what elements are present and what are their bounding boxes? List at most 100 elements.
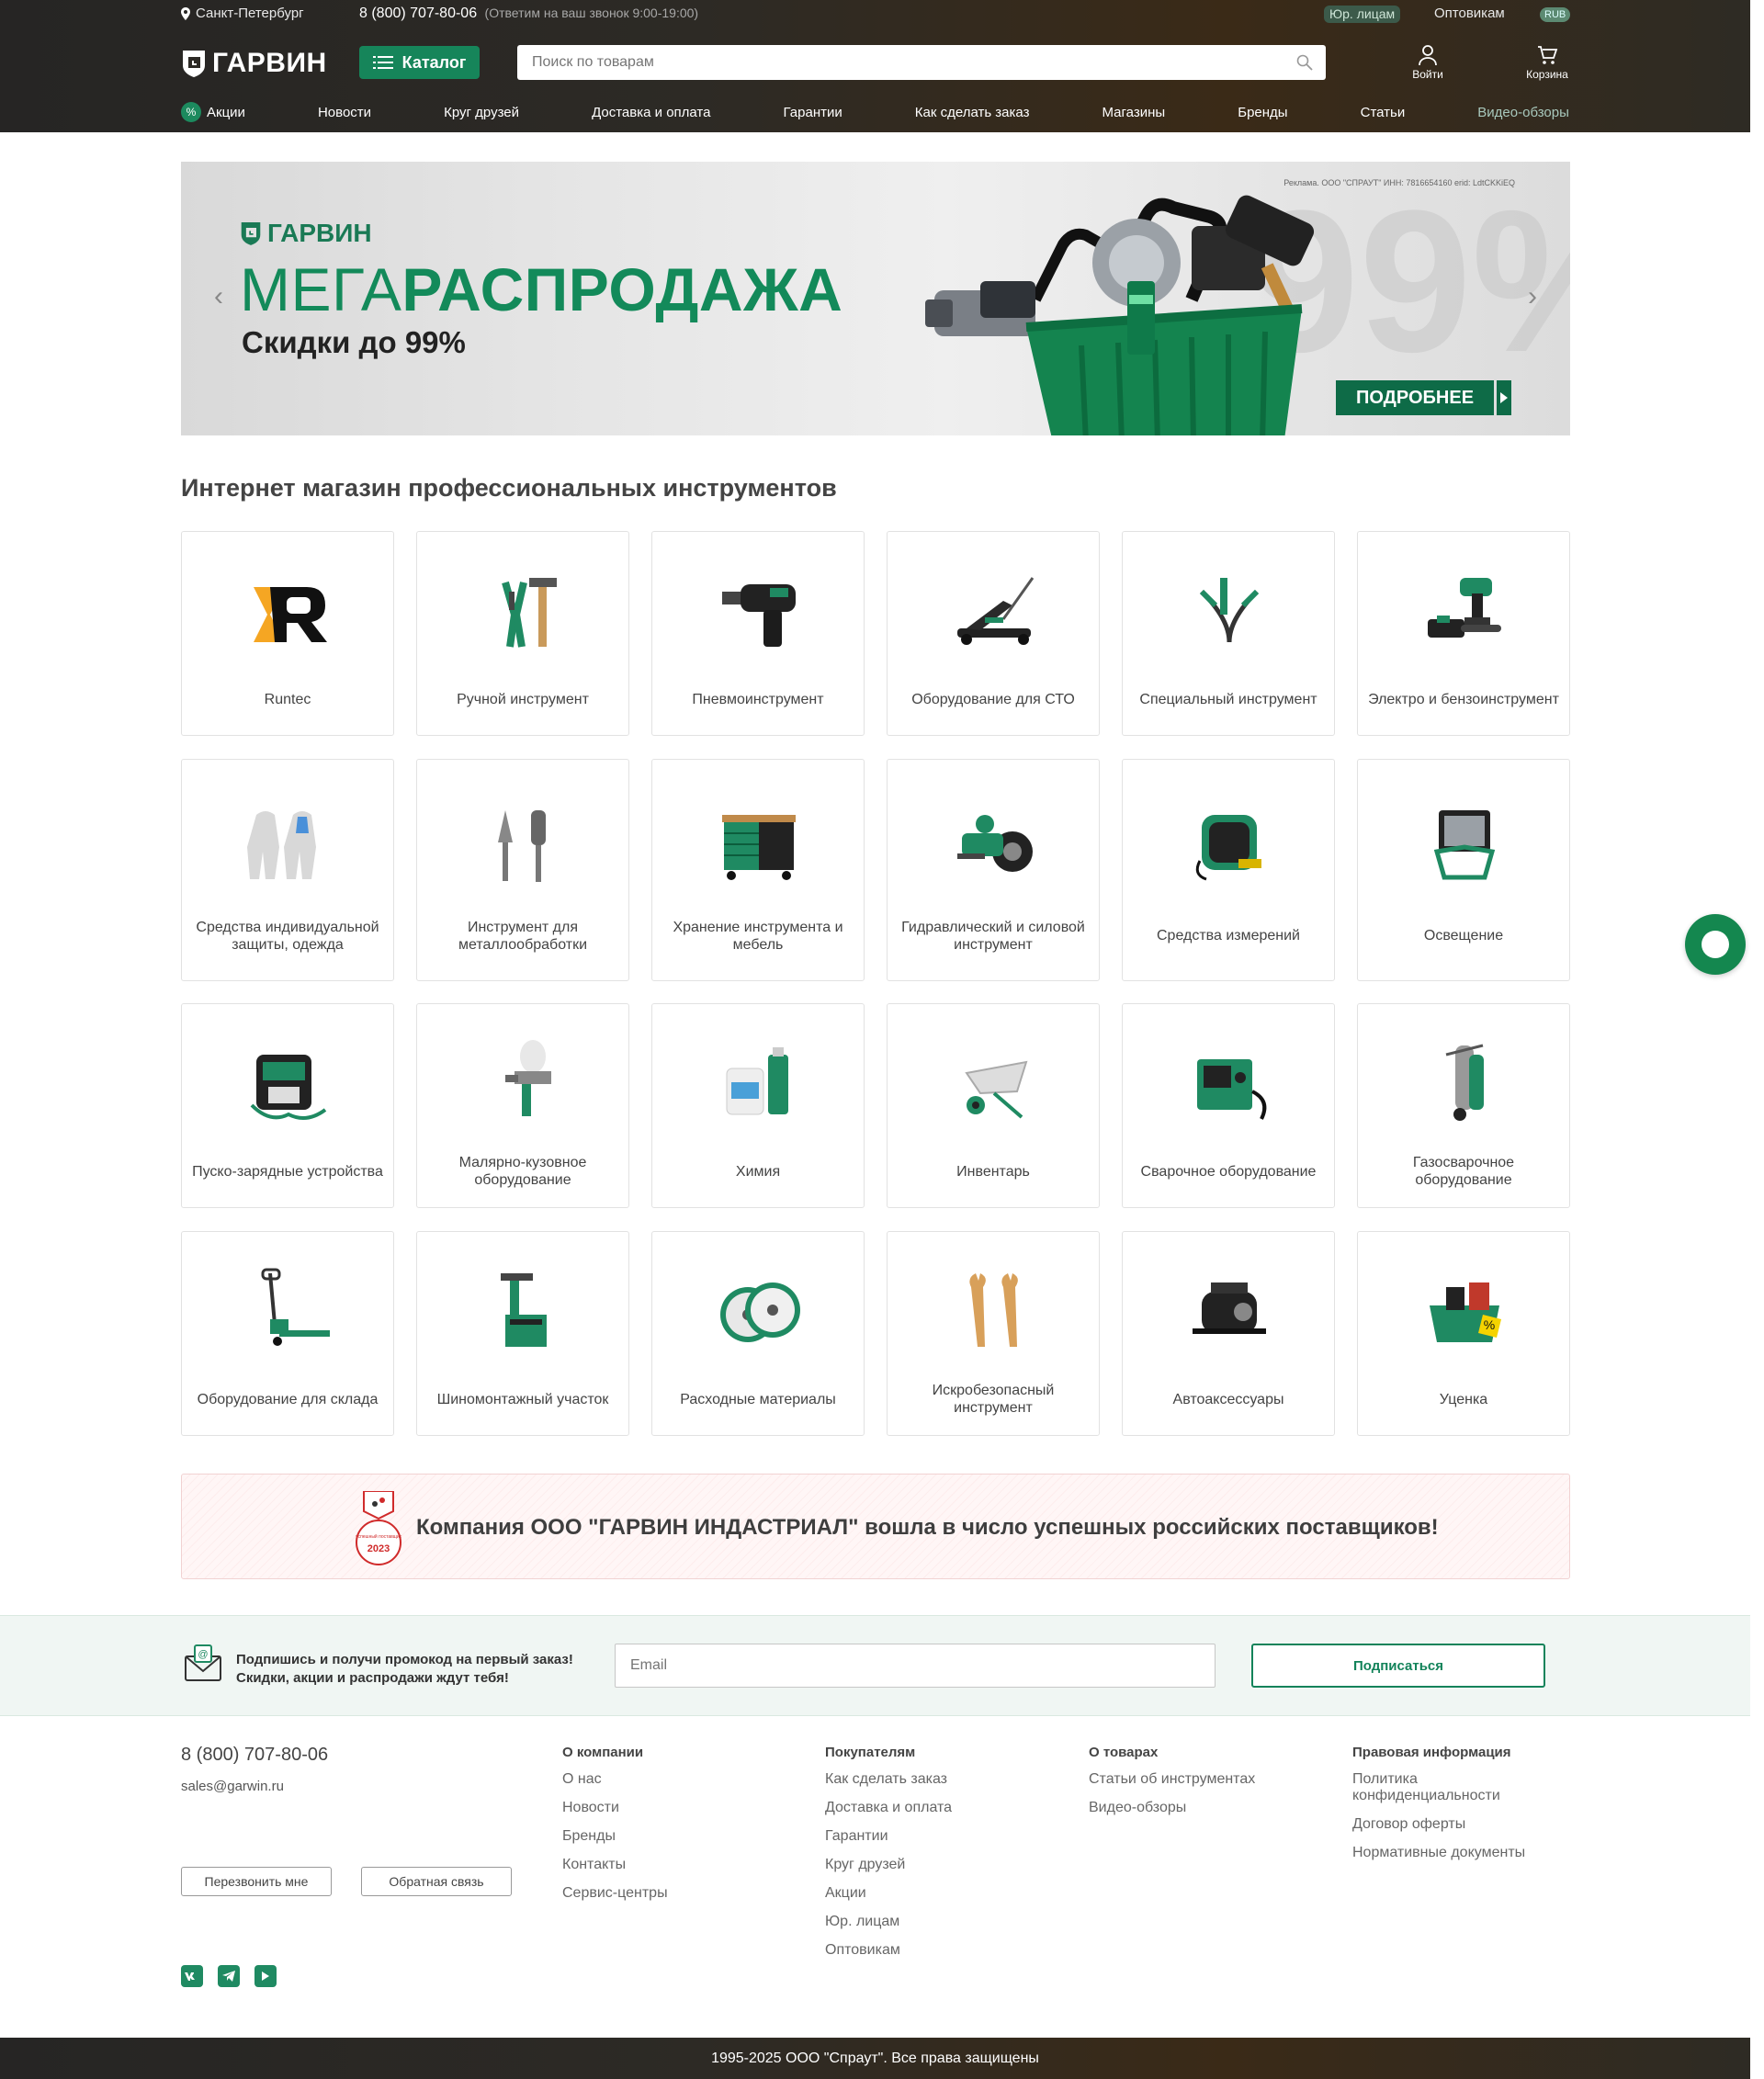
- nav-item-delivery[interactable]: Доставка и оплата: [592, 105, 710, 120]
- nav-item-label: Акции: [207, 104, 245, 120]
- email-input[interactable]: [615, 1644, 1216, 1688]
- category-card[interactable]: Расходные материалы: [651, 1231, 865, 1436]
- telegram-icon[interactable]: [218, 1965, 240, 1987]
- category-card[interactable]: Runtec: [181, 531, 394, 736]
- footer-link[interactable]: Нормативные документы: [1352, 1845, 1555, 1861]
- footer-link[interactable]: Оптовикам: [825, 1942, 952, 1959]
- category-card[interactable]: Электро и бензоинструмент: [1357, 531, 1570, 736]
- category-card[interactable]: Оборудование для склада: [181, 1231, 394, 1436]
- footer-link[interactable]: Контакты: [562, 1857, 668, 1873]
- banner-next-arrow[interactable]: ›: [1528, 281, 1537, 312]
- search-input[interactable]: [517, 45, 1271, 80]
- footer-link[interactable]: Круг друзей: [825, 1857, 952, 1873]
- cart-button[interactable]: Корзина: [1524, 44, 1570, 81]
- subscribe-button[interactable]: Подписаться: [1251, 1644, 1545, 1688]
- login-button[interactable]: Войти: [1405, 44, 1451, 81]
- category-label: Искробезопасный инструмент: [932, 1383, 1055, 1416]
- nav-item-stores[interactable]: Магазины: [1102, 105, 1166, 120]
- nav-item-friends[interactable]: Круг друзей: [444, 105, 519, 120]
- category-card[interactable]: Искробезопасный инструмент: [887, 1231, 1100, 1436]
- nav-item-video-reviews[interactable]: Видео-обзоры: [1477, 105, 1569, 120]
- footer-link[interactable]: Акции: [825, 1885, 952, 1902]
- promo-banner[interactable]: 99% Реклама. ООО "СПРАУТ" ИНН: 781665416…: [181, 162, 1570, 435]
- floodlight-icon: [1433, 810, 1496, 880]
- currency-switch[interactable]: RUB: [1540, 7, 1571, 22]
- footer-link[interactable]: Доставка и оплата: [825, 1800, 952, 1816]
- coveralls-icon: [247, 811, 316, 879]
- footer-link[interactable]: Новости: [562, 1800, 668, 1816]
- footer-link[interactable]: Статьи об инструментах: [1089, 1771, 1255, 1788]
- category-card[interactable]: Газосварочное оборудование: [1357, 1003, 1570, 1208]
- category-card[interactable]: Автоаксессуары: [1122, 1231, 1335, 1436]
- category-card[interactable]: Малярно-кузовное оборудование: [416, 1003, 629, 1208]
- legal-entities-link[interactable]: Юр. лицам: [1324, 6, 1401, 23]
- puller-icon: [1199, 578, 1260, 643]
- site-logo[interactable]: ГАРВИН: [181, 48, 327, 79]
- category-card[interactable]: Оборудование для СТО: [887, 531, 1100, 736]
- category-card[interactable]: Ручной инструмент: [416, 531, 629, 736]
- nav-item-news[interactable]: Новости: [318, 105, 371, 120]
- footer-link[interactable]: Политика конфиденциальности: [1352, 1771, 1555, 1804]
- category-card[interactable]: Гидравлический и силовой инструмент: [887, 759, 1100, 981]
- banner-prev-arrow[interactable]: ‹: [214, 281, 223, 312]
- vk-icon[interactable]: [181, 1965, 203, 1987]
- youtube-icon[interactable]: [254, 1965, 277, 1987]
- category-card[interactable]: Хранение инструмента и мебель: [651, 759, 865, 981]
- footer-link[interactable]: Как сделать заказ: [825, 1771, 952, 1788]
- footer-link[interactable]: Бренды: [562, 1828, 668, 1845]
- category-card[interactable]: Пневмоинструмент: [651, 531, 865, 736]
- nav-item-how-to-order[interactable]: Как сделать заказ: [915, 105, 1030, 120]
- category-card[interactable]: Освещение: [1357, 759, 1570, 981]
- wheelbarrow-icon: [965, 1060, 1028, 1119]
- callback-button[interactable]: Перезвонить мне: [181, 1867, 332, 1896]
- welder-icon: [1197, 1059, 1267, 1120]
- category-card[interactable]: Шиномонтажный участок: [416, 1231, 629, 1436]
- nav-item-articles[interactable]: Статьи: [1361, 105, 1406, 120]
- footer-email[interactable]: sales@garwin.ru: [181, 1779, 284, 1794]
- footer-link[interactable]: Видео-обзоры: [1089, 1800, 1255, 1816]
- badge-caption: успешный поставщик: [356, 1533, 402, 1540]
- subscribe-line-1: Подпишись и получи промокод на первый за…: [236, 1652, 573, 1667]
- pliers-hammer-icon: [502, 578, 557, 648]
- category-label: Автоаксессуары: [1172, 1391, 1284, 1407]
- banner-title-light: МЕГА: [240, 255, 402, 323]
- category-card[interactable]: Специальный инструмент: [1122, 531, 1335, 736]
- top-bar: Санкт-Петербург 8 (800) 707-80-06 (Ответ…: [181, 6, 1571, 24]
- category-card[interactable]: Инструмент для металлообработки: [416, 759, 629, 981]
- city-selector[interactable]: Санкт-Петербург: [181, 6, 304, 21]
- banner-subtitle: Скидки до 99%: [242, 325, 466, 359]
- supplier-announcement[interactable]: успешный поставщик 2023 Компания ООО "ГА…: [181, 1474, 1570, 1579]
- header-phone[interactable]: 8 (800) 707-80-06 (Ответим на ваш звонок…: [359, 6, 698, 22]
- footer-link[interactable]: О нас: [562, 1771, 668, 1788]
- footer-col-legal: Правовая информация Политика конфиденциа…: [1352, 1745, 1555, 1873]
- footer-phone[interactable]: 8 (800) 707-80-06: [181, 1745, 328, 1766]
- footer-link[interactable]: Договор оферты: [1352, 1816, 1555, 1833]
- category-card[interactable]: Инвентарь: [887, 1003, 1100, 1208]
- category-card[interactable]: Средства измерений: [1122, 759, 1335, 981]
- footer-link[interactable]: Гарантии: [825, 1828, 952, 1845]
- nav-item-brands[interactable]: Бренды: [1238, 105, 1287, 120]
- banner-more-button[interactable]: ПОДРОБНЕЕ: [1336, 380, 1512, 415]
- header-phone-number[interactable]: 8 (800) 707-80-06: [359, 6, 477, 21]
- percent-icon: %: [181, 102, 201, 122]
- category-label: Оборудование для склада: [197, 1391, 379, 1407]
- footer-link[interactable]: Сервис-центры: [562, 1885, 668, 1902]
- category-card[interactable]: Сварочное оборудование: [1122, 1003, 1335, 1208]
- category-card[interactable]: Средства индивидуальной защиты, одежда: [181, 759, 394, 981]
- feedback-button[interactable]: Обратная связь: [361, 1867, 512, 1896]
- footer-col-title: Правовая информация: [1352, 1745, 1511, 1760]
- tire-changer-icon: [501, 1273, 547, 1347]
- search-box: [517, 45, 1326, 80]
- footer-link[interactable]: Юр. лицам: [825, 1914, 952, 1930]
- search-icon[interactable]: [1296, 54, 1313, 71]
- category-card[interactable]: % Уценка: [1357, 1231, 1570, 1436]
- wholesale-link[interactable]: Оптовикам: [1434, 6, 1505, 21]
- nav-item-promotions[interactable]: % Акции: [181, 102, 245, 122]
- nav-item-warranty[interactable]: Гарантии: [784, 105, 842, 120]
- category-card[interactable]: Химия: [651, 1003, 865, 1208]
- compressor-icon: [1193, 1282, 1266, 1334]
- category-card[interactable]: Пуско-зарядные устройства: [181, 1003, 394, 1208]
- chat-widget-button[interactable]: [1685, 914, 1746, 975]
- chemicals-icon: [726, 1047, 788, 1115]
- catalog-button[interactable]: Каталог: [359, 46, 480, 79]
